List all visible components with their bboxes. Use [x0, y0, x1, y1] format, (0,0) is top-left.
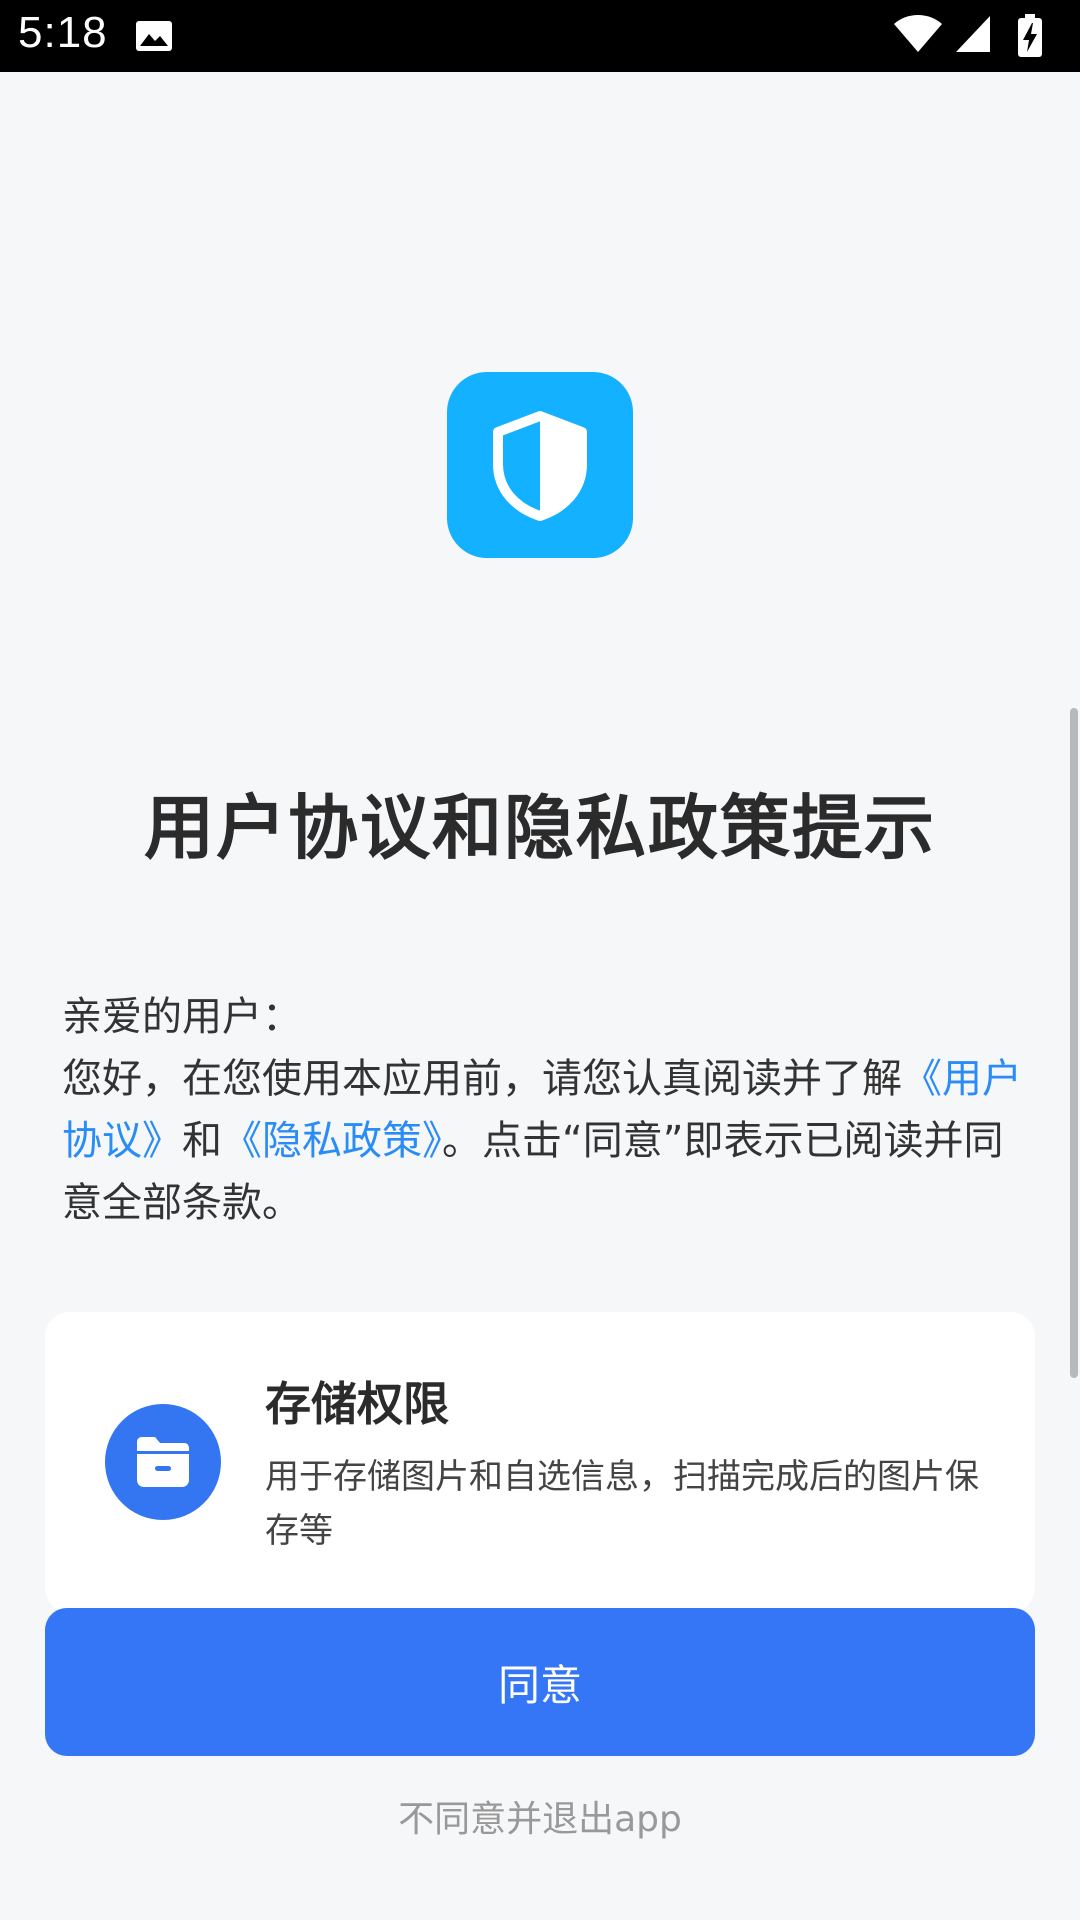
permission-title: 存储权限: [265, 1377, 449, 1431]
battery-charging-icon: [1018, 14, 1042, 57]
permission-description: 用于存储图片和自选信息，扫描完成后的图片保存等: [265, 1457, 979, 1551]
signal-icon: [956, 16, 990, 52]
permission-card: 存储权限 用于存储图片和自选信息，扫描完成后的图片保存等: [45, 1312, 1035, 1612]
wifi-icon: [894, 15, 942, 52]
conjunction: 和: [182, 1118, 222, 1164]
folder-icon: [137, 1437, 189, 1487]
agreement-text: 亲爱的用户： 您好，在您使用本应用前，请您认真阅读并了解《用户协议》和《隐私政策…: [62, 986, 1032, 1234]
scrollbar[interactable]: [1070, 708, 1078, 1378]
disagree-exit-link[interactable]: 不同意并退出app: [0, 1790, 1080, 1842]
status-bar: 5:18: [0, 0, 1080, 72]
greeting: 亲爱的用户：: [62, 994, 302, 1040]
storage-permission-icon: [105, 1404, 221, 1520]
agree-button[interactable]: 同意: [45, 1608, 1035, 1756]
shield-icon: [493, 411, 587, 521]
page-title: 用户协议和隐私政策提示: [144, 787, 936, 869]
image-notification-icon: [136, 21, 172, 51]
status-icons: [892, 14, 1062, 58]
body-prefix: 您好，在您使用本应用前，请您认真阅读并了解: [62, 1056, 902, 1102]
app-icon: [447, 372, 633, 558]
status-time: 5:18: [18, 8, 108, 57]
privacy-policy-link[interactable]: 《隐私政策》: [222, 1118, 442, 1164]
agreement-body: 您好，在您使用本应用前，请您认真阅读并了解《用户协议》和《隐私政策》。点击“同意…: [62, 1048, 1032, 1234]
